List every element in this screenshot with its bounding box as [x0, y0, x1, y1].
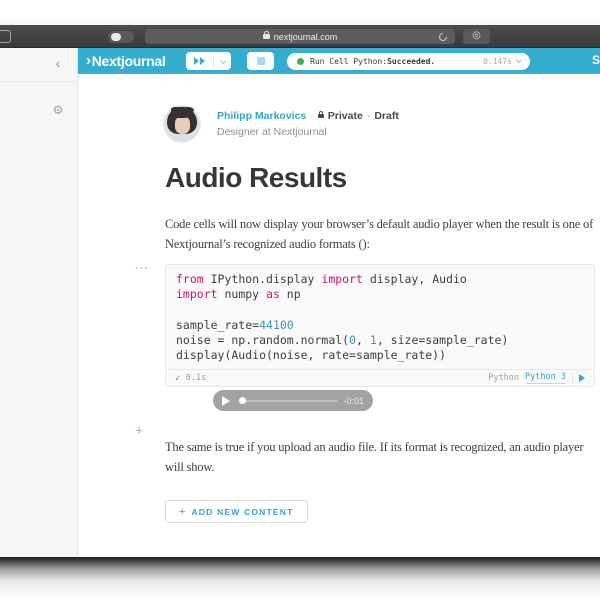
run-status-pill[interactable]: Run Cell Python: Succeeded. 0.147s — [287, 52, 530, 70]
share-button[interactable]: S — [592, 53, 600, 67]
browser-window: nextjournal.com ◎ ‹ ⚙ › Nextjournal Run … — [0, 25, 600, 558]
run-all-button-group — [186, 52, 231, 70]
audio-scrubber-handle[interactable] — [239, 397, 246, 404]
stop-button[interactable] — [247, 52, 274, 70]
code-cell-footer: ✓ 0.1s Python Python 3 — [166, 369, 594, 386]
status-dot-icon — [297, 57, 304, 65]
settings-gear-icon[interactable]: ⚙ — [50, 103, 66, 117]
logo-chevron-icon: › — [86, 52, 91, 69]
window-drop-shadow — [0, 557, 600, 600]
add-new-content-button[interactable]: + ADD NEW CONTENT — [165, 500, 308, 523]
screenshot-stage: nextjournal.com ◎ ‹ ⚙ › Nextjournal Run … — [0, 0, 600, 600]
cell-menu-icon[interactable]: ··· — [135, 263, 149, 275]
author-role: Designer at Nextjournal — [217, 126, 327, 138]
page-title: Audio Results — [165, 162, 347, 193]
success-check-icon: ✓ — [175, 372, 181, 384]
status-elapsed: 0.147s — [483, 56, 512, 66]
run-cell-icon[interactable] — [579, 374, 585, 383]
language-label: Python — [488, 373, 520, 384]
audio-track[interactable] — [246, 399, 338, 402]
app-header: › Nextjournal Run Cell Python: Succeeded… — [78, 48, 600, 74]
code-cell: ··· from IPython.display import display,… — [135, 263, 595, 388]
stop-icon — [256, 57, 265, 65]
visibility-badge: Private — [327, 110, 363, 122]
cell-elapsed: 0.1s — [185, 373, 207, 384]
run-all-icon — [194, 57, 199, 65]
status-label: Run Cell Python: — [310, 56, 388, 66]
intro-paragraph: Code cells will now display your browser… — [165, 217, 594, 251]
author-name-link[interactable]: Philipp Markovics — [217, 110, 306, 122]
insert-content-icon[interactable]: + — [135, 422, 143, 438]
extensions-button[interactable]: ◎ — [463, 29, 490, 44]
audio-player: -0:01 — [213, 390, 373, 411]
extensions-icon: ◎ — [472, 30, 481, 41]
status-state: Succeeded. — [387, 56, 436, 66]
author-avatar[interactable] — [163, 105, 201, 143]
runtime-link[interactable]: Python 3 — [525, 372, 566, 385]
private-lock-icon — [317, 111, 324, 119]
logo-text: Nextjournal — [91, 52, 166, 69]
notebook-content: Philipp Markovics · Private · Draft Desi… — [78, 74, 600, 557]
url-text: nextjournal.com — [273, 31, 338, 42]
body-paragraph: The same is true if you upload an audio … — [165, 440, 584, 474]
audio-play-icon[interactable] — [222, 395, 230, 406]
collapse-sidebar-icon[interactable]: ‹ — [50, 54, 66, 72]
audio-time-remaining: -0:01 — [343, 395, 364, 406]
run-options-button[interactable] — [214, 52, 231, 70]
divider — [572, 373, 573, 384]
run-all-button[interactable] — [186, 52, 213, 70]
address-bar[interactable]: nextjournal.com — [145, 29, 455, 44]
code-editor[interactable]: from IPython.display import display, Aud… — [166, 265, 594, 369]
toggle-switch-icon[interactable] — [108, 31, 134, 43]
chevron-down-icon — [515, 57, 522, 64]
reload-icon[interactable] — [437, 30, 449, 43]
chevron-down-icon — [219, 56, 227, 64]
author-block: Philipp Markovics · Private · Draft Desi… — [217, 110, 399, 138]
tab-sidebar-icon[interactable] — [0, 30, 11, 43]
app-sidebar: ‹ ⚙ — [0, 48, 78, 557]
draft-badge: Draft — [374, 110, 399, 122]
plus-icon: + — [179, 505, 186, 518]
lock-icon — [262, 30, 270, 39]
nextjournal-logo[interactable]: › Nextjournal — [86, 52, 166, 69]
browser-titlebar: nextjournal.com ◎ — [0, 25, 600, 48]
